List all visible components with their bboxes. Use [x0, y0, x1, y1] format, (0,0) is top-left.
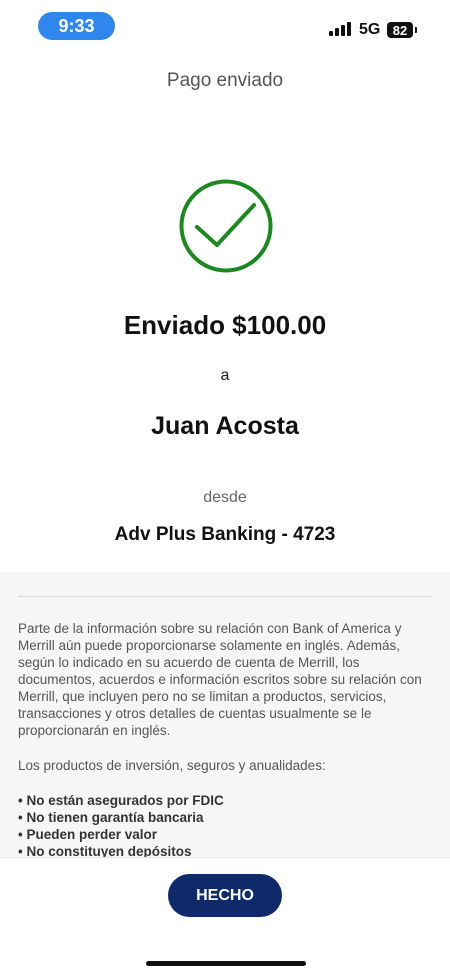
status-time[interactable]: 9:33 [38, 12, 115, 40]
disclosure-panel[interactable]: Parte de la información sobre su relació… [0, 572, 450, 857]
disclosure-paragraph-1: Parte de la información sobre su relació… [18, 621, 422, 738]
checkmark-circle-icon [179, 179, 273, 273]
from-label: desde [203, 489, 247, 506]
bullet-item: No tienen garantía bancaria [18, 809, 432, 826]
bullet-item: No están asegurados por FDIC [18, 792, 432, 809]
status-bar: 9:33 5G 82 [0, 0, 450, 52]
bottom-bar: HECHO [0, 857, 450, 976]
battery-icon: 82 [387, 22, 417, 38]
bullet-item: No constituyen depósitos [18, 843, 432, 857]
disclosure-bullets: No están asegurados por FDIC No tienen g… [18, 792, 432, 857]
battery-level: 82 [392, 22, 408, 38]
source-account: Adv Plus Banking - 4723 [114, 524, 336, 545]
recipient-name: Juan Acosta [151, 412, 299, 440]
done-button[interactable]: HECHO [168, 874, 282, 917]
disclosure-paragraph-2: Los productos de inversión, seguros y an… [18, 758, 326, 773]
sent-amount: Enviado $100.00 [123, 310, 327, 340]
page-title: Pago enviado [166, 70, 284, 91]
disclosure-text: Parte de la información sobre su relació… [18, 620, 432, 857]
to-label: a [220, 367, 230, 384]
signal-icon [329, 22, 351, 36]
home-indicator[interactable] [146, 961, 306, 966]
bullet-item: Pueden perder valor [18, 826, 432, 843]
network-type: 5G [359, 21, 381, 38]
divider [18, 596, 432, 597]
